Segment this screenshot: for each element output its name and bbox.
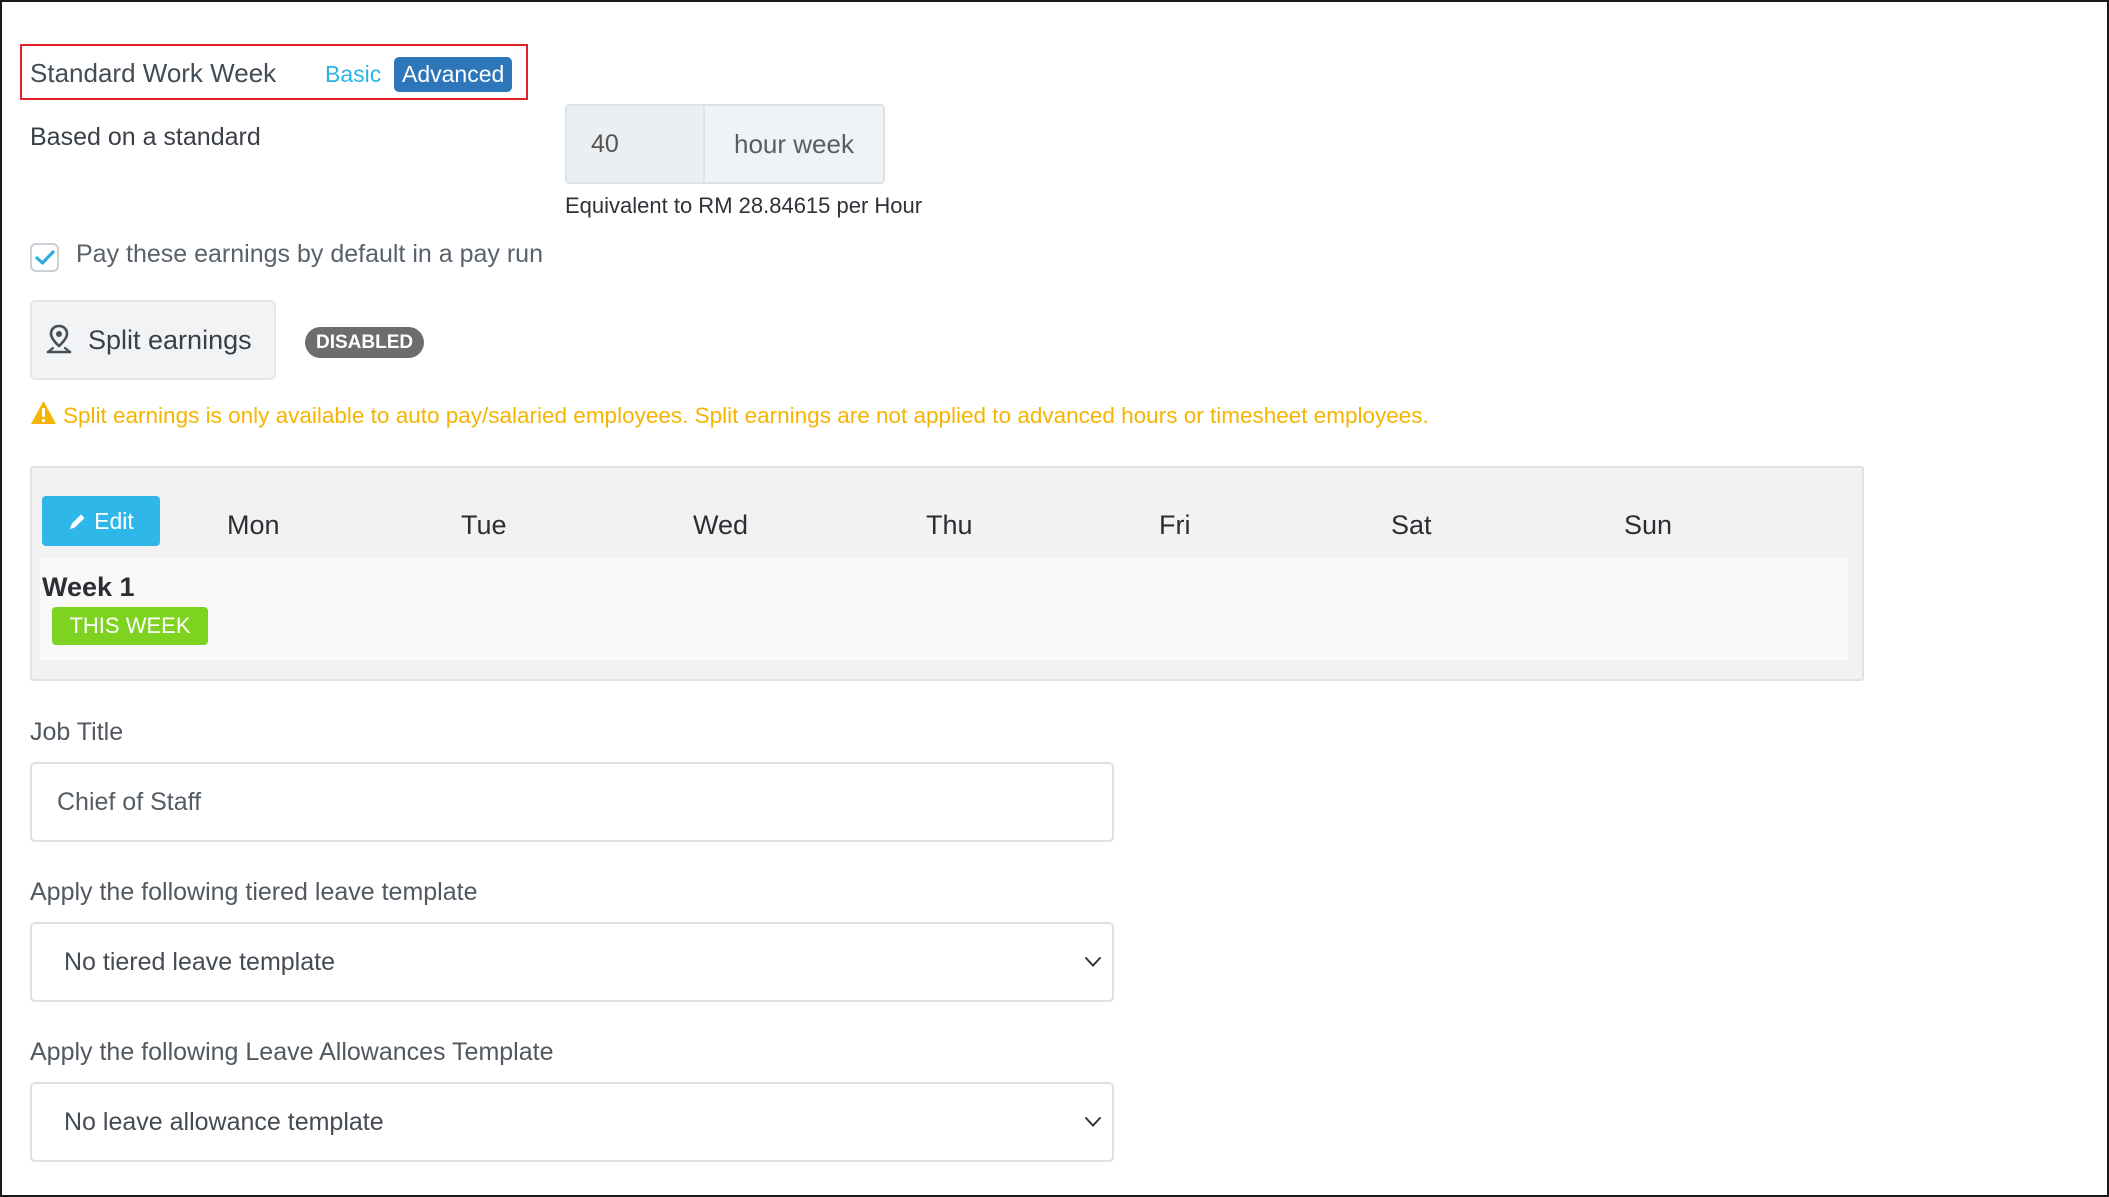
day-header-thu: Thu	[926, 510, 973, 540]
pay-default-checkbox[interactable]	[30, 243, 59, 272]
mode-basic-link[interactable]: Basic	[325, 61, 381, 88]
week-label: Week 1	[42, 572, 135, 602]
tiered-leave-value: No tiered leave template	[64, 947, 335, 976]
chevron-down-icon	[1085, 957, 1101, 967]
hours-input[interactable]	[567, 106, 705, 182]
hourly-equivalent-text: Equivalent to RM 28.84615 per Hour	[565, 193, 923, 218]
split-earnings-button[interactable]: Split earnings	[30, 300, 276, 380]
split-status-badge: DISABLED	[305, 327, 425, 358]
day-header-wed: Wed	[693, 510, 749, 540]
day-header-sat: Sat	[1391, 510, 1432, 540]
hours-suffix: hour week	[705, 106, 883, 182]
edit-schedule-button[interactable]: Edit	[42, 496, 160, 546]
leave-allowance-label: Apply the following Leave Allowances Tem…	[30, 1038, 554, 1066]
tiered-leave-label: Apply the following tiered leave templat…	[30, 878, 478, 906]
chevron-down-icon	[1085, 1117, 1101, 1127]
hours-input-group: hour week	[565, 104, 885, 184]
tiered-leave-select[interactable]: No tiered leave template	[30, 922, 1114, 1002]
checkmark-icon	[34, 249, 55, 265]
schedule-week-row	[40, 558, 1848, 660]
leave-allowance-select[interactable]: No leave allowance template	[30, 1082, 1114, 1162]
split-warning-text: Split earnings is only available to auto…	[63, 403, 1429, 428]
this-week-badge: THIS WEEK	[52, 607, 208, 645]
day-header-mon: Mon	[227, 510, 280, 540]
day-header-fri: Fri	[1159, 510, 1191, 540]
map-pin-icon	[46, 324, 72, 354]
leave-allowance-value: No leave allowance template	[64, 1107, 384, 1136]
pencil-icon	[70, 514, 85, 529]
job-title-input[interactable]	[30, 762, 1114, 842]
day-header-tue: Tue	[461, 510, 507, 540]
job-title-label: Job Title	[30, 718, 124, 746]
warning-icon	[31, 401, 56, 424]
section-title: Standard Work Week	[30, 58, 277, 88]
edit-label: Edit	[94, 507, 134, 534]
mode-advanced-button[interactable]: Advanced	[394, 57, 513, 92]
split-earnings-label: Split earnings	[88, 324, 252, 355]
pay-default-label: Pay these earnings by default in a pay r…	[76, 240, 543, 268]
day-header-sun: Sun	[1624, 510, 1673, 540]
standard-hours-label: Based on a standard	[30, 123, 261, 151]
